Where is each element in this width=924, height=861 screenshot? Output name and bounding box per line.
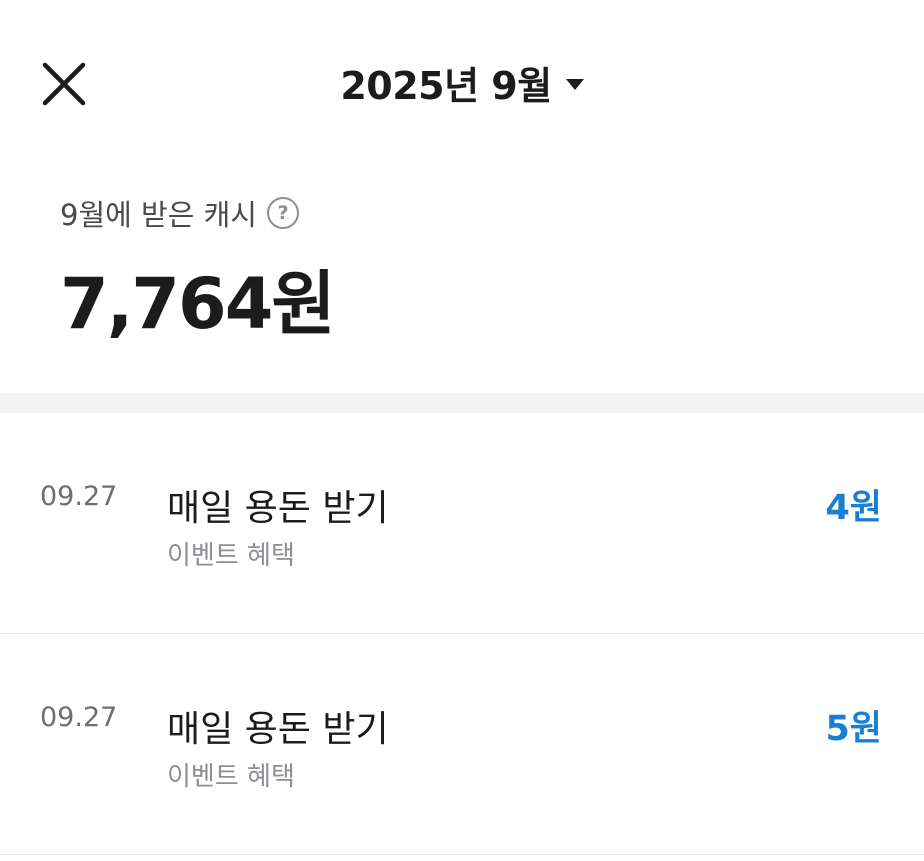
month-title: 2025년 9월 <box>340 63 552 108</box>
transaction-date: 09.27 <box>40 481 118 512</box>
monthly-summary: 9월에 받은 캐시 ? 7,764원 <box>60 192 336 349</box>
transaction-amount: 4원 <box>825 488 882 528</box>
total-cash-amount: 7,764원 <box>60 263 336 345</box>
transaction-category: 이벤트 혜택 <box>167 541 295 571</box>
transaction-row[interactable]: 09.27 매일 용돈 받기 이벤트 혜택 4원 <box>0 413 924 634</box>
transaction-list: 09.27 매일 용돈 받기 이벤트 혜택 4원 09.27 매일 용돈 받기 … <box>0 413 924 855</box>
summary-label: 9월에 받은 캐시 <box>60 198 257 232</box>
section-divider <box>0 393 924 413</box>
header: 2025년 9월 <box>0 0 924 160</box>
transaction-title: 매일 용돈 받기 <box>167 488 389 529</box>
transaction-title: 매일 용돈 받기 <box>167 709 389 750</box>
help-icon[interactable]: ? <box>266 197 299 229</box>
month-selector[interactable]: 2025년 9월 <box>0 52 924 112</box>
transaction-category: 이벤트 혜택 <box>167 762 295 792</box>
transaction-row[interactable]: 09.27 매일 용돈 받기 이벤트 혜택 5원 <box>0 634 924 855</box>
transaction-date: 09.27 <box>40 702 118 733</box>
caret-down-icon <box>565 78 584 90</box>
transaction-amount: 5원 <box>825 709 882 749</box>
cash-history-page: 2025년 9월 9월에 받은 캐시 ? 7,764원 09.27 매일 용돈 … <box>0 0 924 861</box>
summary-label-row: 9월에 받은 캐시 ? <box>60 192 334 234</box>
